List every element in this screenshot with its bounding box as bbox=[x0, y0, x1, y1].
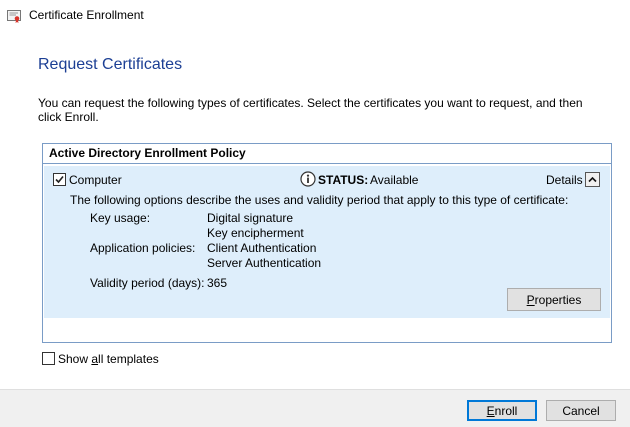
details-collapse-button[interactable] bbox=[585, 172, 600, 187]
cancel-button[interactable]: Cancel bbox=[546, 400, 616, 421]
intro-text: You can request the following types of c… bbox=[38, 96, 583, 124]
show-all-text: ll templates bbox=[98, 352, 159, 366]
key-usage-label: Key usage: bbox=[90, 211, 151, 225]
key-usage-value: Key encipherment bbox=[207, 226, 304, 240]
show-all-templates-label[interactable]: Show all templates bbox=[58, 352, 159, 366]
footer-bar: Enroll Cancel bbox=[0, 389, 630, 427]
status-label: STATUS: bbox=[318, 173, 369, 187]
page-title: Request Certificates bbox=[38, 56, 183, 73]
key-usage-value: Digital signature bbox=[207, 211, 294, 225]
enroll-button-label: nroll bbox=[494, 403, 518, 418]
show-all-templates-checkbox[interactable] bbox=[42, 352, 55, 365]
computer-checkbox[interactable] bbox=[53, 173, 66, 186]
window-title: Certificate Enrollment bbox=[29, 8, 144, 22]
enrollment-policy-group: Active Directory Enrollment Policy Compu… bbox=[42, 143, 612, 343]
certificate-item-computer[interactable]: Computer STATUS: Available Details The f… bbox=[44, 166, 610, 318]
status-value: Available bbox=[370, 173, 419, 187]
info-icon bbox=[300, 171, 316, 187]
certificate-icon bbox=[7, 9, 21, 23]
certificate-name: Computer bbox=[69, 173, 122, 187]
properties-button[interactable]: Properties bbox=[507, 288, 601, 311]
application-policies-label: Application policies: bbox=[90, 241, 196, 255]
policy-name: Active Directory Enrollment Policy bbox=[43, 144, 611, 164]
chevron-up-icon bbox=[588, 176, 597, 183]
title-bar: Certificate Enrollment bbox=[0, 0, 630, 32]
properties-accelerator: P bbox=[526, 292, 535, 307]
show-all-text: Show bbox=[58, 352, 92, 366]
properties-button-label: roperties bbox=[534, 292, 582, 307]
checkmark-icon bbox=[55, 175, 64, 184]
validity-period-label: Validity period (days): bbox=[90, 276, 205, 290]
enroll-accelerator: E bbox=[486, 403, 495, 418]
enroll-button[interactable]: Enroll bbox=[467, 400, 537, 421]
application-policy-value: Client Authentication bbox=[207, 241, 317, 255]
certificate-description: The following options describe the uses … bbox=[70, 193, 569, 207]
validity-period-value: 365 bbox=[207, 276, 228, 290]
details-label[interactable]: Details bbox=[546, 173, 583, 187]
application-policy-value: Server Authentication bbox=[207, 256, 322, 270]
